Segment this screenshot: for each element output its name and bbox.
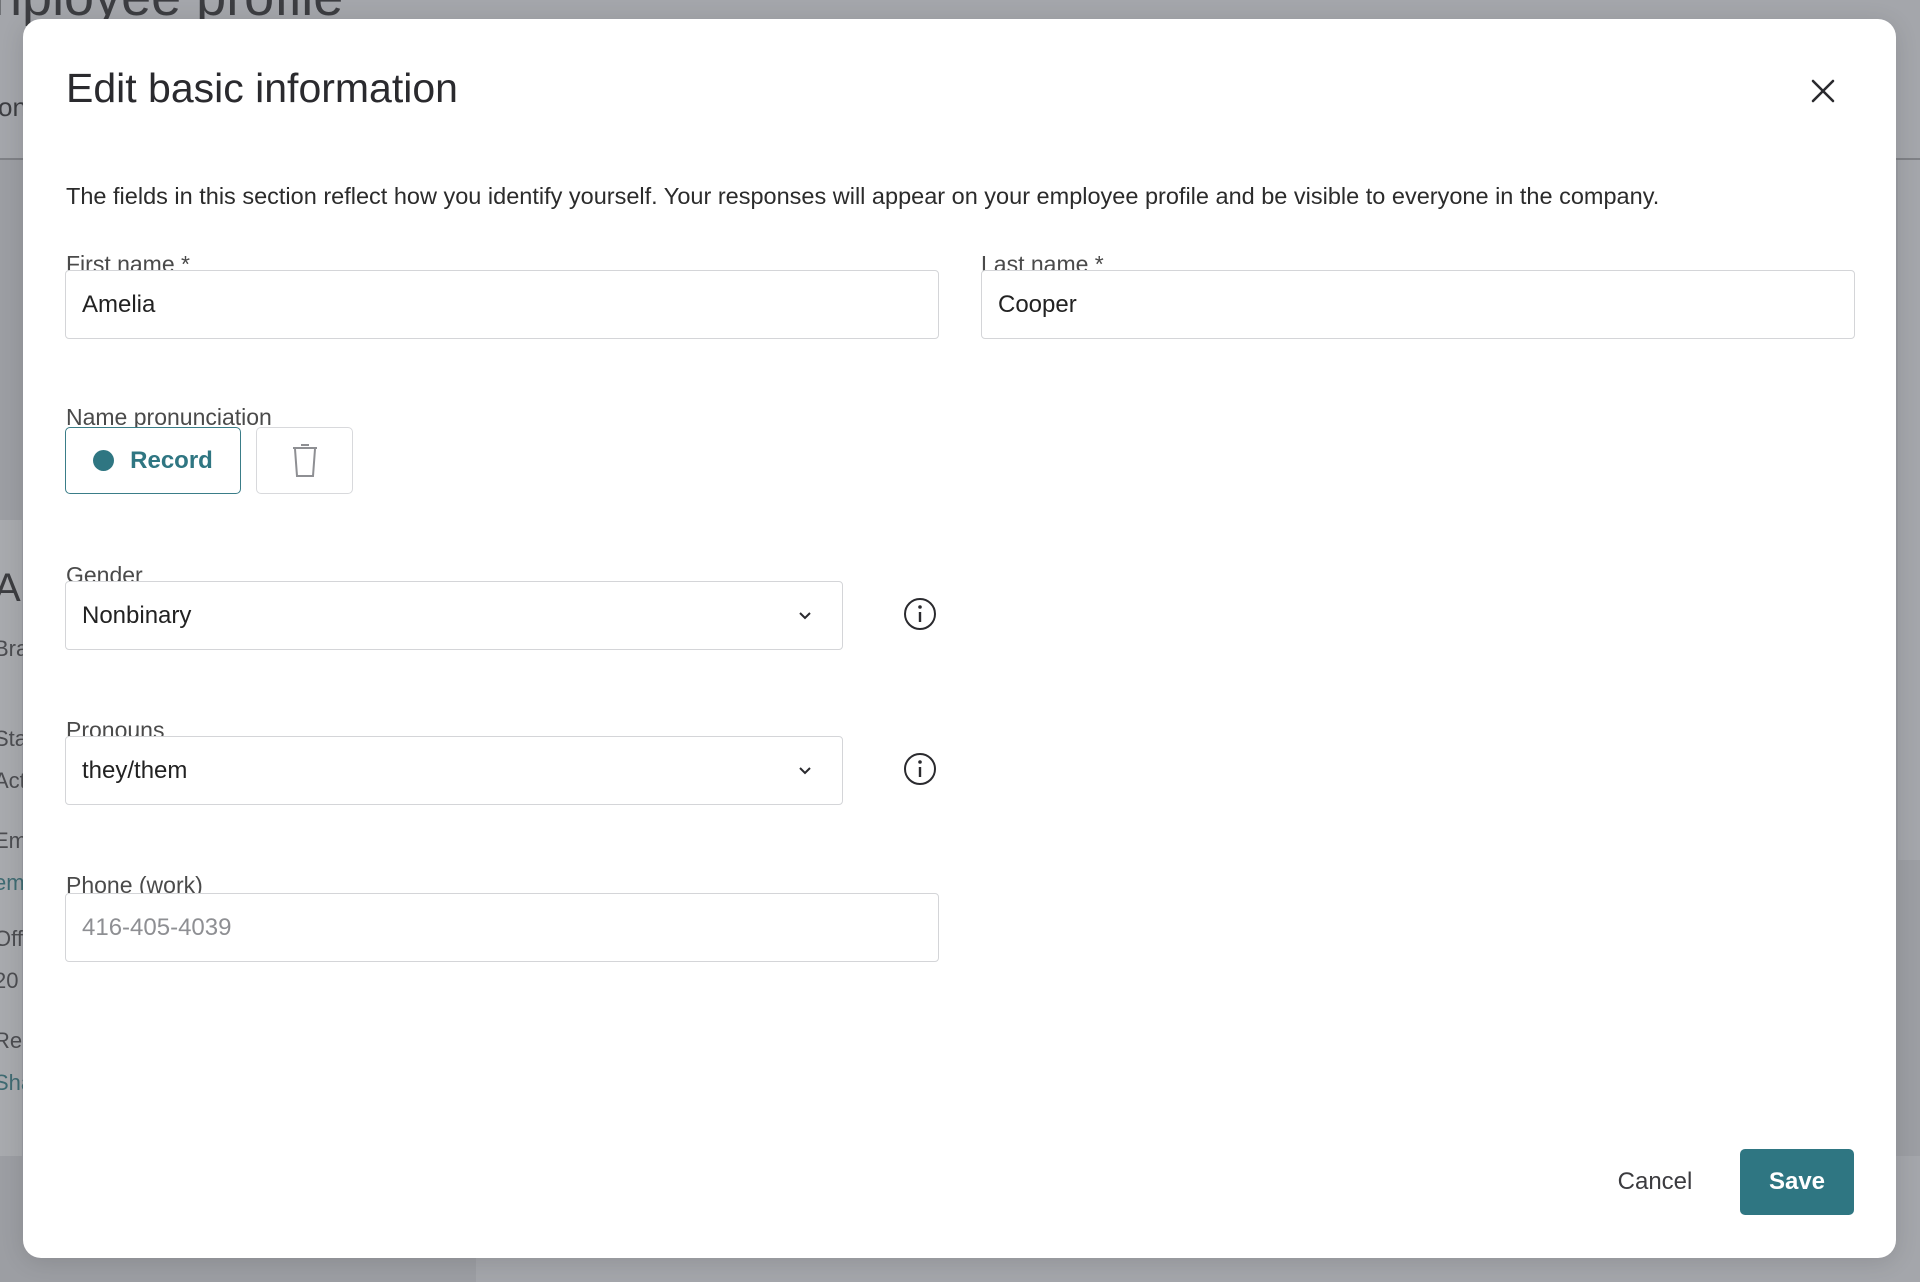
chevron-down-icon xyxy=(799,766,811,774)
gender-info-icon[interactable] xyxy=(903,597,937,631)
background-snippet: 20 xyxy=(0,968,19,993)
last-name-input[interactable]: Cooper xyxy=(981,270,1855,339)
pronouns-selected-value: they/them xyxy=(82,756,188,784)
record-button-label: Record xyxy=(130,446,213,474)
record-button[interactable]: Record xyxy=(65,427,241,494)
phone-work-input[interactable]: 416-405-4039 xyxy=(65,893,939,962)
close-button[interactable] xyxy=(1805,73,1841,109)
pronouns-info-icon[interactable] xyxy=(903,752,937,786)
chevron-down-icon xyxy=(799,611,811,619)
gender-selected-value: Nonbinary xyxy=(82,601,192,629)
background-snippet: em xyxy=(0,870,25,895)
record-dot-icon xyxy=(93,450,115,471)
background-right-panel xyxy=(1898,160,1920,860)
first-name-input[interactable]: Amelia xyxy=(65,270,939,339)
dialog-description: The fields in this section reflect how y… xyxy=(66,183,1660,209)
gender-select[interactable]: Nonbinary xyxy=(65,581,843,650)
edit-basic-information-dialog: Edit basic information The fields in thi… xyxy=(23,19,1896,1258)
cancel-button[interactable]: Cancel xyxy=(1595,1149,1715,1215)
pronouns-select[interactable]: they/them xyxy=(65,736,843,805)
background-snippet: Off xyxy=(0,926,23,951)
background-snippet: Act xyxy=(0,768,26,793)
close-icon xyxy=(1811,79,1835,103)
trash-icon xyxy=(292,443,317,477)
save-button[interactable]: Save xyxy=(1740,1149,1854,1215)
delete-recording-button[interactable] xyxy=(256,427,353,494)
dialog-title: Edit basic information xyxy=(66,65,458,111)
